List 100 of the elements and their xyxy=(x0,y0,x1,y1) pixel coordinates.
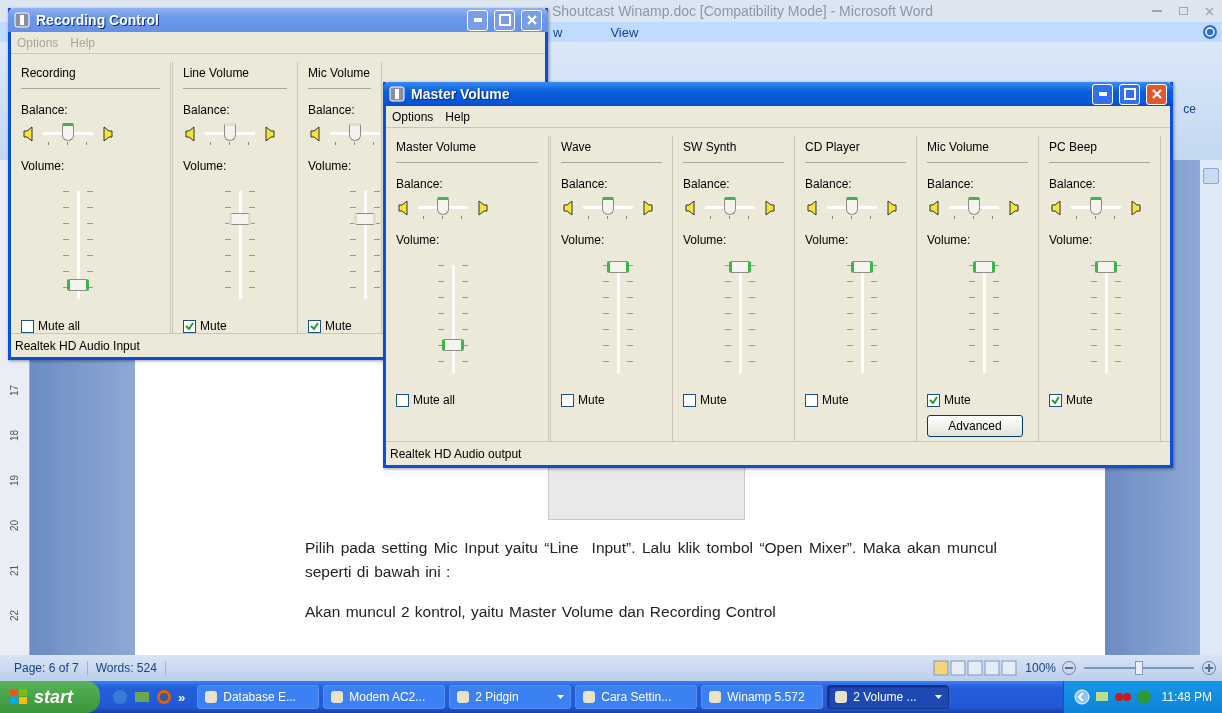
more-button[interactable]: » xyxy=(178,689,186,705)
paragraph: Pilih pada setting Mic Input yaitu “Line Input”. Lalu klik tombol “Open Mixer”. Maka akan muncul seperti di bawah ini : xyxy=(305,538,997,582)
maximize-button[interactable] xyxy=(1119,83,1140,105)
slider-thumb[interactable] xyxy=(1090,197,1102,215)
slider-thumb[interactable] xyxy=(968,197,980,215)
balance-label: Balance: xyxy=(21,103,68,117)
taskbar-button[interactable]: Modem AC2... xyxy=(323,685,446,709)
close-icon xyxy=(525,14,538,26)
help-icon[interactable] xyxy=(1202,24,1218,40)
balance-label: Balance: xyxy=(561,177,608,191)
taskbar-button[interactable]: Cara Settin... xyxy=(575,685,698,709)
speaker-icon xyxy=(1129,200,1141,216)
speaker-icon xyxy=(263,126,275,142)
channel-name: Master Volume xyxy=(396,136,538,163)
minimize-button[interactable] xyxy=(1092,83,1113,105)
mute-checkbox[interactable] xyxy=(308,319,321,333)
app-icon xyxy=(330,690,345,704)
volume-label: Volume: xyxy=(561,233,605,247)
scrollbar[interactable] xyxy=(1200,160,1222,655)
speaker-icon xyxy=(1007,200,1019,216)
mute-checkbox[interactable] xyxy=(183,319,196,333)
speaker-icon xyxy=(310,126,322,142)
speaker-icon xyxy=(685,200,697,216)
checkbox-label: Mute xyxy=(578,393,605,407)
desktop-icon[interactable] xyxy=(134,689,150,705)
menu-item[interactable]: Options xyxy=(17,35,59,50)
slider-thumb[interactable] xyxy=(724,197,736,215)
window-title: Recording Control xyxy=(36,12,160,28)
view-buttons-icon[interactable] xyxy=(933,660,1020,676)
speaker-icon xyxy=(23,126,35,142)
speaker-icon xyxy=(101,126,113,142)
checkbox-label: Mute xyxy=(200,319,227,333)
ruler-number: 18 xyxy=(8,428,21,444)
slider-thumb[interactable] xyxy=(973,261,995,273)
checkbox-label: Mute xyxy=(1066,393,1093,407)
advanced-button[interactable]: Advanced xyxy=(927,415,1023,437)
mute-checkbox[interactable] xyxy=(805,393,818,407)
windows-logo-icon xyxy=(10,689,28,705)
taskbar-button[interactable]: 2 Volume ... xyxy=(827,685,950,709)
ribbon-tab[interactable]: w xyxy=(553,24,563,40)
speaker-icon xyxy=(641,200,653,216)
balance-label: Balance: xyxy=(805,177,852,191)
slider-thumb[interactable] xyxy=(229,213,251,225)
minus-icon xyxy=(1065,667,1073,669)
slider-thumb[interactable] xyxy=(1095,261,1117,273)
slider-thumb[interactable] xyxy=(62,123,74,141)
slider-thumb[interactable] xyxy=(437,197,449,215)
speaker-icon xyxy=(885,200,897,216)
slider-thumb[interactable] xyxy=(602,197,614,215)
mute-checkbox[interactable] xyxy=(21,319,34,333)
slider-thumb[interactable] xyxy=(354,213,376,225)
slider-thumb[interactable] xyxy=(442,339,464,351)
start-button[interactable]: start xyxy=(0,681,100,713)
maximize-button[interactable] xyxy=(494,9,515,31)
app-icon xyxy=(14,12,30,28)
volume-label: Volume: xyxy=(927,233,971,247)
ribbon-tab[interactable]: View xyxy=(610,24,639,40)
ruler-number: 20 xyxy=(8,518,21,534)
mute-checkbox[interactable] xyxy=(396,393,409,407)
mute-checkbox[interactable] xyxy=(1049,393,1062,407)
checkbox-label: Mute all xyxy=(38,319,81,333)
slider-thumb[interactable] xyxy=(1135,661,1143,675)
menu-item[interactable]: Help xyxy=(70,35,96,50)
checkbox-label: Mute xyxy=(822,393,849,407)
minimize-icon xyxy=(1098,92,1107,96)
speaker-icon xyxy=(563,200,575,216)
volume-label: Volume: xyxy=(396,233,440,247)
slider-thumb[interactable] xyxy=(729,261,751,273)
minimize-button[interactable] xyxy=(467,9,488,31)
slider-thumb[interactable] xyxy=(67,278,89,291)
clock: 11:48 PM xyxy=(1161,690,1212,704)
channel-name: Recording xyxy=(21,62,160,89)
slider-thumb[interactable] xyxy=(846,197,858,215)
menu-item[interactable]: Options xyxy=(392,109,434,124)
taskbar-button[interactable]: Database E... xyxy=(197,685,320,709)
slider-thumb[interactable] xyxy=(851,261,873,273)
plus-icon xyxy=(1205,664,1213,672)
speaker-icon xyxy=(929,200,941,216)
volume-label: Volume: xyxy=(805,233,849,247)
menu-item[interactable]: Help xyxy=(445,109,471,124)
volume-label: Volume: xyxy=(1049,233,1093,247)
balance-label: Balance: xyxy=(308,103,355,117)
speaker-icon xyxy=(763,200,775,216)
browser-icon[interactable] xyxy=(156,689,172,705)
device-name: Realtek HD Audio output xyxy=(390,446,522,461)
volume-label: Volume: xyxy=(683,233,727,247)
slider-thumb[interactable] xyxy=(607,261,629,273)
app-icon xyxy=(582,690,597,704)
close-button[interactable] xyxy=(1146,83,1167,105)
ruler-number: 22 xyxy=(8,608,21,624)
volume-label: Volume: xyxy=(183,159,227,173)
mute-checkbox[interactable] xyxy=(683,393,696,407)
mute-checkbox[interactable] xyxy=(927,393,940,407)
close-button[interactable] xyxy=(521,9,542,31)
taskbar-button[interactable]: Winamp 5.572 xyxy=(701,685,824,709)
maximize-icon xyxy=(498,14,511,26)
channel-name: Mic Volume xyxy=(308,62,371,89)
taskbar-button[interactable]: 2 Pidgin xyxy=(449,685,572,709)
zoom-in-button[interactable] xyxy=(1202,661,1216,675)
mute-checkbox[interactable] xyxy=(561,393,574,407)
